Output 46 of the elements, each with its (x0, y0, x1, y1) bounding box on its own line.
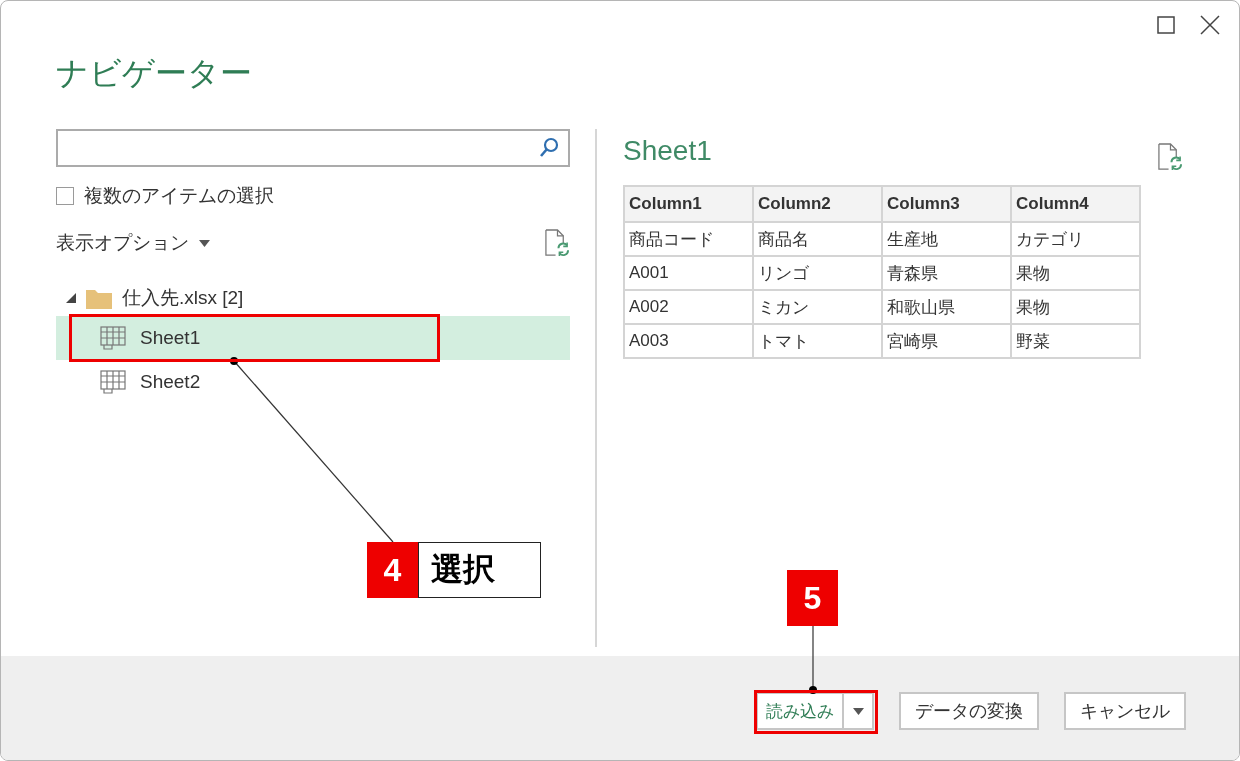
checkbox[interactable] (56, 187, 74, 205)
refresh-icon[interactable] (544, 229, 570, 257)
preview-title: Sheet1 (623, 135, 712, 167)
column-header: Column3 (882, 186, 1011, 222)
step-number: 4 (367, 542, 418, 598)
callout-label: 選択 (418, 542, 541, 598)
table-cell: 青森県 (882, 256, 1011, 290)
tree-item[interactable]: Sheet2 (56, 360, 570, 404)
table-icon (100, 326, 126, 350)
table-cell: A001 (624, 256, 753, 290)
checkbox-label[interactable]: 複数のアイテムの選択 (84, 183, 274, 209)
window-title: ナビゲーター (56, 54, 252, 93)
file-label[interactable]: 仕入先.xlsx [2] (122, 285, 244, 311)
column-header: Column1 (624, 186, 753, 222)
search-icon[interactable] (538, 137, 560, 159)
folder-icon (86, 287, 112, 309)
column-header: Column4 (1011, 186, 1140, 222)
search-field[interactable] (56, 129, 570, 167)
expanded-triangle-icon[interactable] (66, 293, 76, 303)
table-cell: 果物 (1011, 290, 1140, 324)
table-cell: 商品名 (753, 222, 882, 256)
tree-item[interactable]: Sheet1 (56, 316, 570, 360)
maximize-icon[interactable] (1155, 14, 1177, 36)
table-icon (100, 370, 126, 394)
table-cell: 生産地 (882, 222, 1011, 256)
dialog-button[interactable]: データの変換 (899, 692, 1039, 730)
leader-line (809, 625, 817, 694)
table-cell: A002 (624, 290, 753, 324)
caret-icon (852, 707, 864, 715)
step-number: 5 (787, 570, 838, 626)
table-cell: 商品コード (624, 222, 753, 256)
table-cell: カテゴリ (1011, 222, 1140, 256)
table-cell: トマト (753, 324, 882, 358)
table-cell: ミカン (753, 290, 882, 324)
display-options-dropdown[interactable]: 表示オプション (56, 230, 210, 256)
dialog-button[interactable]: キャンセル (1064, 692, 1186, 730)
table-cell: A003 (624, 324, 753, 358)
table-cell: 野菜 (1011, 324, 1140, 358)
column-header: Column2 (753, 186, 882, 222)
table-cell: 宮崎県 (882, 324, 1011, 358)
refresh-icon[interactable] (1157, 143, 1183, 171)
close-icon[interactable] (1199, 14, 1221, 36)
table-cell: 果物 (1011, 256, 1140, 290)
table-cell: リンゴ (753, 256, 882, 290)
table-cell: 和歌山県 (882, 290, 1011, 324)
caret-icon (199, 239, 210, 247)
